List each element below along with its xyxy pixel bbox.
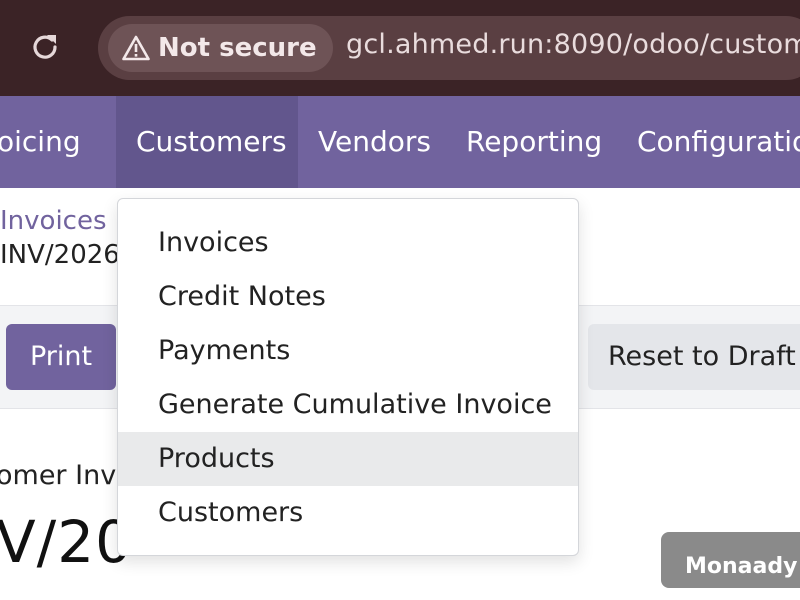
warning-triangle-icon [122, 35, 150, 61]
app-top-nav: oicing Customers Vendors Reporting Confi… [0, 96, 800, 188]
reset-to-draft-button[interactable]: Reset to Draft [588, 324, 800, 390]
breadcrumb-current: INV/2026 [0, 240, 120, 270]
document-number: V/20 [0, 508, 134, 576]
address-bar[interactable]: Not secure gcl.ahmed.run:8090/odoo/custo… [98, 16, 800, 80]
security-indicator[interactable]: Not secure [108, 24, 333, 72]
nav-item-customers[interactable]: Customers [116, 96, 298, 188]
url-text[interactable]: gcl.ahmed.run:8090/odoo/custome [346, 29, 800, 60]
menu-item-invoices[interactable]: Invoices [118, 216, 578, 270]
menu-item-credit-notes[interactable]: Credit Notes [118, 270, 578, 324]
breadcrumb-parent-link[interactable]: Invoices [0, 206, 107, 236]
nav-item-invoicing[interactable]: oicing [0, 96, 101, 188]
menu-item-products[interactable]: Products [118, 432, 578, 486]
security-label: Not secure [158, 33, 317, 63]
user-badge[interactable]: Monaady [661, 532, 800, 588]
customers-dropdown-menu: Invoices Credit Notes Payments Generate … [117, 198, 579, 556]
menu-item-customers[interactable]: Customers [118, 486, 578, 540]
document-type-label: omer Inv [0, 460, 117, 491]
nav-item-configuration[interactable]: Configuratio [637, 96, 800, 188]
nav-item-vendors[interactable]: Vendors [318, 96, 431, 188]
reload-icon[interactable] [30, 31, 60, 61]
browser-toolbar: Not secure gcl.ahmed.run:8090/odoo/custo… [0, 0, 800, 96]
menu-item-payments[interactable]: Payments [118, 324, 578, 378]
nav-item-reporting[interactable]: Reporting [466, 96, 602, 188]
print-button[interactable]: Print [6, 324, 116, 390]
menu-item-generate-cumulative-invoice[interactable]: Generate Cumulative Invoice [118, 378, 578, 432]
